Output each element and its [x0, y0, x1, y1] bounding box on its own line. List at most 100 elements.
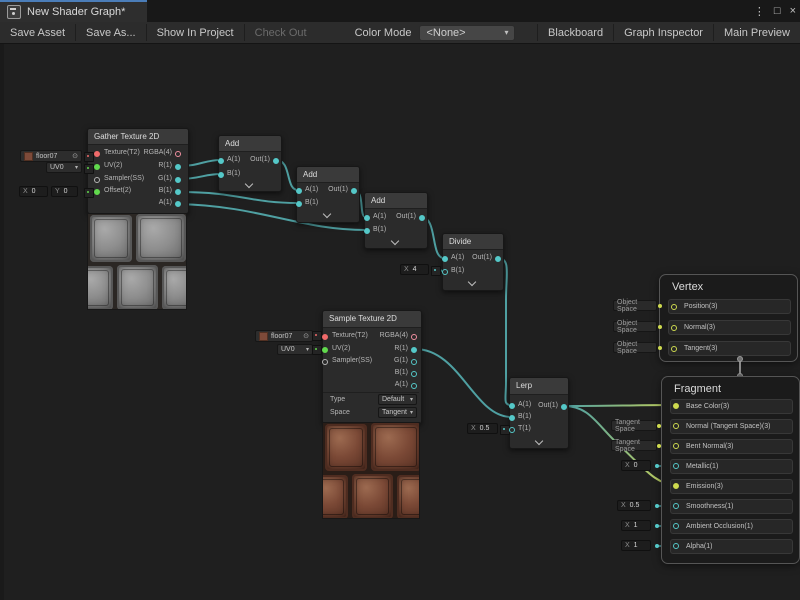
close-icon[interactable]: × — [790, 5, 796, 17]
port-uv-input[interactable] — [322, 347, 328, 353]
port-a-input[interactable] — [364, 215, 370, 221]
port-sampler-input[interactable] — [322, 359, 328, 365]
port-b-input[interactable] — [296, 201, 302, 207]
window-menu-icon[interactable]: ⋮ — [754, 5, 765, 18]
save-asset-button[interactable]: Save Asset — [0, 22, 75, 43]
texture-asset-chip[interactable]: floor07 ⊙ — [20, 150, 82, 162]
block-row-tangent[interactable]: Tangent(3) — [668, 341, 791, 356]
block-row-position[interactable]: Position(3) — [668, 299, 791, 314]
port-g-output[interactable] — [175, 177, 181, 183]
port-a-input[interactable] — [509, 403, 515, 409]
port-b-output[interactable] — [175, 189, 181, 195]
port-a-output[interactable] — [411, 383, 417, 389]
stub-dot — [655, 544, 659, 548]
port-out-output[interactable] — [495, 256, 501, 262]
vertex-context-block[interactable]: Vertex Position(3) Normal(3) Tangent(3) — [659, 274, 798, 362]
smoothness-field[interactable]: X 0.5 — [617, 500, 651, 511]
port-rgba-output[interactable] — [411, 334, 417, 340]
space-dropdown[interactable]: Tangent ▾ — [378, 407, 417, 418]
tab-new-shader-graph[interactable]: New Shader Graph* — [0, 2, 147, 22]
port-texture-input[interactable] — [322, 334, 328, 340]
port-b-input[interactable] — [218, 172, 224, 178]
port-normal-ts-input[interactable] — [673, 423, 679, 429]
block-row-normal-ts[interactable]: Normal (Tangent Space)(3) — [670, 419, 793, 434]
port-base-color-input[interactable] — [673, 403, 679, 409]
port-a-input[interactable] — [296, 188, 302, 194]
port-ambient-occlusion-input[interactable] — [673, 523, 679, 529]
offset-x-field[interactable]: X 0 — [19, 186, 48, 197]
port-position-input[interactable] — [671, 304, 677, 310]
block-row-alpha[interactable]: Alpha(1) — [670, 539, 793, 554]
port-b-input[interactable] — [442, 269, 448, 275]
block-row-bent-normal[interactable]: Bent Normal(3) — [670, 439, 793, 454]
block-row-normal[interactable]: Normal(3) — [668, 320, 791, 335]
block-row-base-color[interactable]: Base Color(3) — [670, 399, 793, 414]
port-rgba-output[interactable] — [175, 151, 181, 157]
uv-channel-dropdown[interactable]: UV0 ▾ — [277, 344, 313, 355]
port-b-input[interactable] — [509, 415, 515, 421]
alpha-field[interactable]: X 1 — [621, 540, 651, 551]
ambient-occlusion-field[interactable]: X 1 — [621, 520, 651, 531]
port-alpha-input[interactable] — [673, 543, 679, 549]
port-emission-input[interactable] — [673, 483, 679, 489]
port-smoothness-input[interactable] — [673, 503, 679, 509]
divide-b-field[interactable]: X 4 — [400, 264, 429, 275]
offset-y-field[interactable]: Y 0 — [51, 186, 78, 197]
port-b-input[interactable] — [364, 228, 370, 234]
texture-asset-name: floor07 — [271, 333, 292, 340]
shader-graph-window: New Shader Graph* ⋮ □ × Save Asset Save … — [0, 0, 800, 600]
save-as-button[interactable]: Save As... — [76, 22, 146, 43]
metallic-field[interactable]: X 0 — [621, 460, 651, 471]
port-label: A(1) — [373, 213, 386, 220]
port-out-output[interactable] — [419, 215, 425, 221]
block-row-ambient-occlusion[interactable]: Ambient Occlusion(1) — [670, 519, 793, 534]
port-r-output[interactable] — [175, 164, 181, 170]
port-a-input[interactable] — [442, 256, 448, 262]
lerp-t-field[interactable]: X 0.5 — [467, 423, 498, 434]
chevron-down-icon: ▾ — [75, 164, 78, 171]
block-row-metallic[interactable]: Metallic(1) — [670, 459, 793, 474]
block-row-emission[interactable]: Emission(3) — [670, 479, 793, 494]
port-a-output[interactable] — [175, 201, 181, 207]
space-chip-object[interactable]: Object Space — [613, 342, 657, 353]
port-b-output[interactable] — [411, 371, 417, 377]
texture-asset-chip[interactable]: floor07 ⊙ — [255, 330, 313, 342]
color-mode-dropdown[interactable]: <None> ▾ — [419, 25, 515, 41]
port-a-input[interactable] — [218, 158, 224, 164]
port-label: G(1) — [120, 175, 172, 182]
port-label: A(1) — [227, 156, 240, 163]
port-offset-input[interactable] — [94, 189, 100, 195]
port-out-output[interactable] — [273, 158, 279, 164]
graph-inspector-button[interactable]: Graph Inspector — [614, 22, 713, 43]
main-preview-button[interactable]: Main Preview — [714, 22, 800, 43]
stub-dot — [655, 524, 659, 528]
space-chip-tangent[interactable]: Tangent Space — [611, 440, 657, 451]
type-dropdown[interactable]: Default ▾ — [378, 394, 417, 405]
space-chip-tangent[interactable]: Tangent Space — [611, 420, 657, 431]
port-stub — [84, 152, 94, 162]
texture-swatch — [24, 152, 33, 161]
show-in-project-button[interactable]: Show In Project — [147, 22, 244, 43]
block-row-smoothness[interactable]: Smoothness(1) — [670, 499, 793, 514]
port-uv-input[interactable] — [94, 164, 100, 170]
uv-channel-dropdown[interactable]: UV0 ▾ — [46, 162, 82, 173]
field-label: X — [23, 188, 28, 195]
port-tangent-input[interactable] — [671, 346, 677, 352]
maximize-icon[interactable]: □ — [774, 5, 781, 17]
fragment-context-block[interactable]: Fragment Base Color(3) Normal (Tangent S… — [661, 376, 800, 564]
port-g-output[interactable] — [411, 359, 417, 365]
blackboard-button[interactable]: Blackboard — [538, 22, 613, 43]
port-t-input[interactable] — [509, 427, 515, 433]
port-texture-input[interactable] — [94, 151, 100, 157]
space-chip-object[interactable]: Object Space — [613, 321, 657, 332]
port-r-output[interactable] — [411, 347, 417, 353]
port-bent-normal-input[interactable] — [673, 443, 679, 449]
port-normal-input[interactable] — [671, 325, 677, 331]
space-chip-object[interactable]: Object Space — [613, 300, 657, 311]
port-out-output[interactable] — [351, 188, 357, 194]
port-label: Out(1) — [391, 213, 416, 220]
port-metallic-input[interactable] — [673, 463, 679, 469]
port-out-output[interactable] — [561, 404, 567, 410]
port-sampler-input[interactable] — [94, 177, 100, 183]
port-label: B(1) — [451, 267, 464, 274]
